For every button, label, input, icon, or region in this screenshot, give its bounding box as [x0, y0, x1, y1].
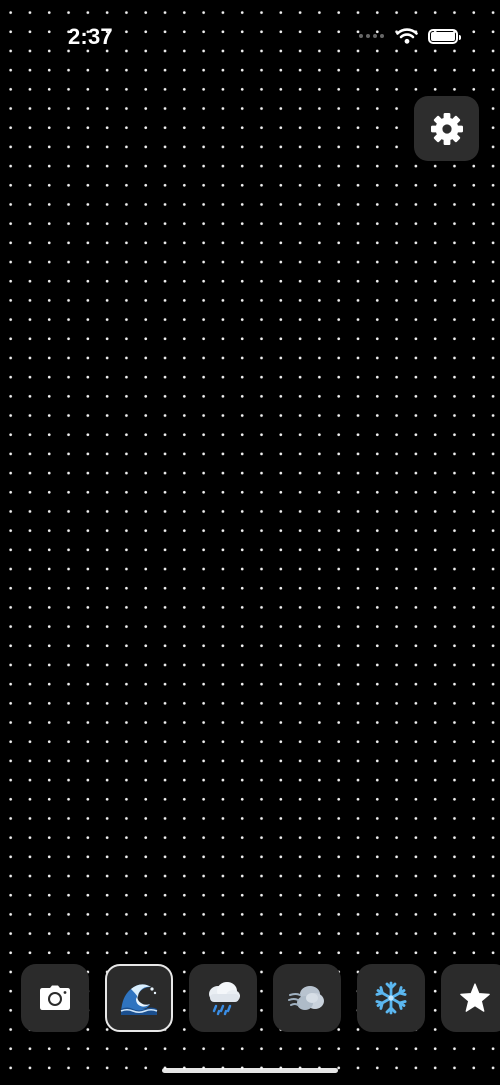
battery-icon [428, 28, 461, 44]
wind-button[interactable] [273, 964, 341, 1032]
snowflake-icon [375, 981, 407, 1015]
home-indicator[interactable] [162, 1068, 338, 1073]
battery-level [431, 31, 455, 41]
rain-cloud-icon [209, 982, 240, 1016]
wave-icon [120, 984, 158, 1015]
wifi-icon [396, 28, 418, 44]
snow-button[interactable] [357, 964, 425, 1032]
status-indicators [359, 28, 461, 44]
cellular-signal-icon [359, 34, 384, 38]
status-time: 2:37 [68, 24, 113, 49]
rain-button[interactable] [189, 964, 257, 1032]
camera-button[interactable] [21, 964, 89, 1032]
gear-icon [430, 112, 463, 145]
wave-button[interactable] [105, 964, 173, 1032]
status-bar: 2:37 [0, 0, 500, 76]
settings-button[interactable] [414, 96, 479, 161]
star-button[interactable] [441, 964, 500, 1032]
star-icon [460, 983, 490, 1012]
dot-grid-canvas[interactable]: 2:37 [0, 0, 500, 1085]
wind-icon [288, 986, 324, 1010]
effect-toolbar [0, 964, 500, 1032]
camera-icon [40, 985, 70, 1010]
